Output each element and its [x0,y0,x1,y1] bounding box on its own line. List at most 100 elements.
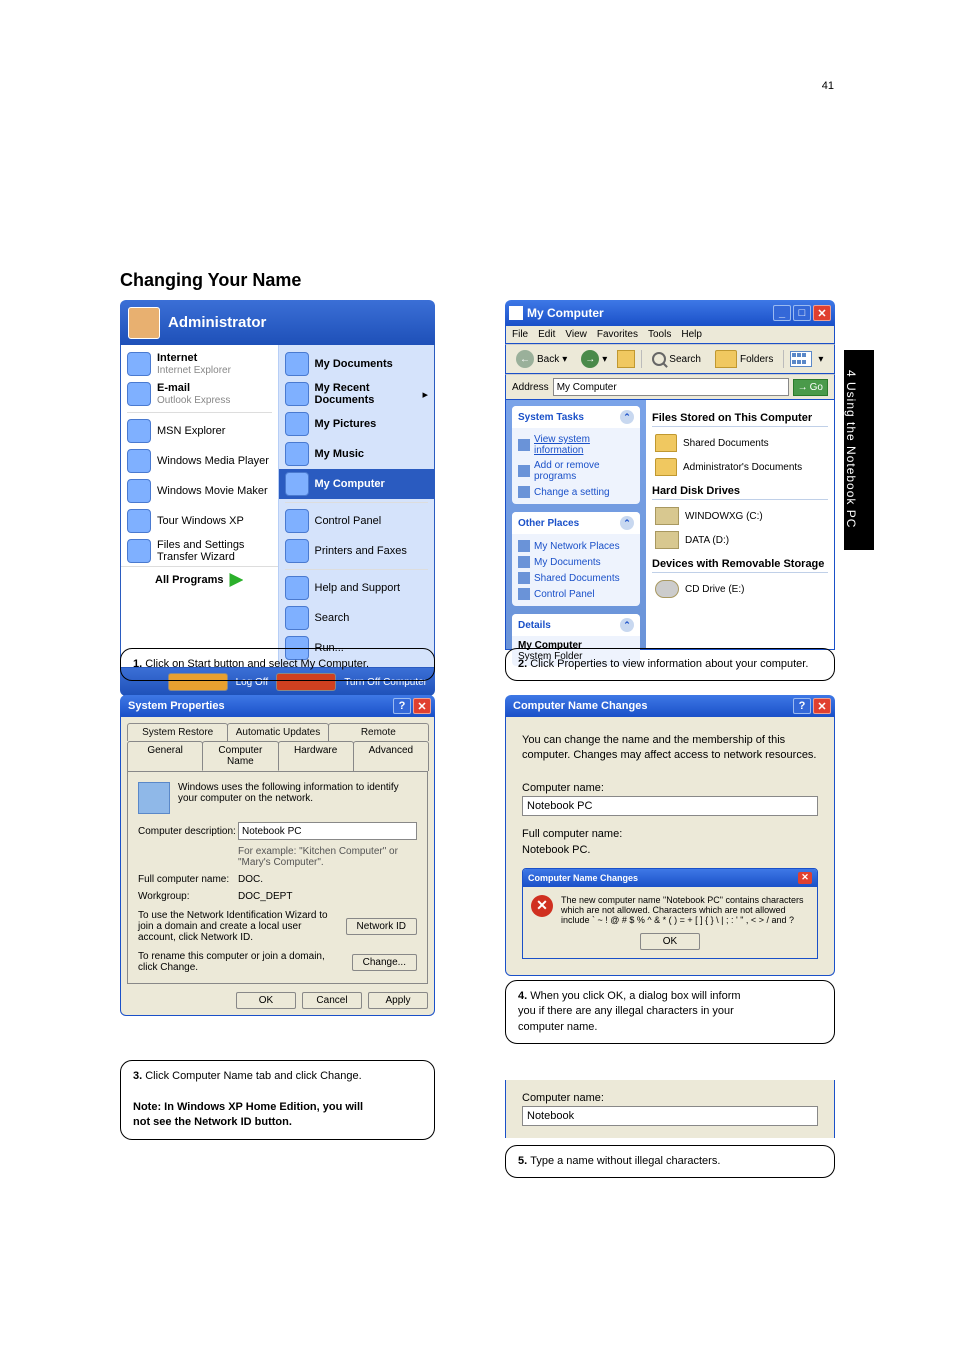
start-item-email[interactable]: E-mailOutlook Express [121,379,278,409]
go-button[interactable]: → Go [793,379,828,396]
section-title: Changing Your Name [120,270,301,291]
start-item-internet[interactable]: InternetInternet Explorer [121,349,278,379]
computer-icon [285,472,309,496]
link-network-places[interactable]: My Network Places [518,538,634,554]
dialog-title: Computer Name Changes [509,700,791,712]
minimize-button[interactable]: _ [773,305,791,321]
collapse-icon[interactable]: ⌃ [620,410,634,424]
start-item-msn[interactable]: MSN Explorer [121,416,278,446]
start-item-help[interactable]: Help and Support [279,573,435,603]
change-button[interactable]: Change... [352,954,417,971]
folder-icon [715,350,737,368]
computer-name-input[interactable] [522,1106,818,1126]
network-icon [518,540,530,552]
menu-help[interactable]: Help [681,329,702,340]
help-button[interactable]: ? [393,698,411,714]
start-item-wmm[interactable]: Windows Movie Maker [121,476,278,506]
start-menu-left-column: InternetInternet Explorer E-mailOutlook … [121,345,278,667]
chevron-down-icon: ▾ [562,354,567,365]
item-admin-docs[interactable]: Administrator's Documents [652,455,828,479]
menu-edit[interactable]: Edit [538,329,555,340]
dialog-titlebar[interactable]: Computer Name Changes ? ✕ [505,695,835,717]
cancel-button[interactable]: Cancel [302,992,362,1009]
menu-view[interactable]: View [565,329,587,340]
close-button[interactable]: ✕ [813,305,831,321]
all-programs-button[interactable]: All Programs [121,566,278,593]
start-item-search[interactable]: Search [279,603,435,633]
link-my-documents[interactable]: My Documents [518,554,634,570]
tab-system-restore[interactable]: System Restore [127,723,228,741]
start-item-mypics[interactable]: My Pictures [279,409,435,439]
forward-button[interactable]: →▾ [577,348,611,370]
ok-button[interactable]: OK [236,992,296,1009]
start-item-fst[interactable]: Files and Settings Transfer Wizard [121,536,278,566]
up-button[interactable] [617,350,635,368]
menu-favorites[interactable]: Favorites [597,329,638,340]
dialog-title: System Properties [124,700,391,712]
folders-button[interactable]: Folders [711,348,777,370]
back-icon: ← [516,350,534,368]
start-item-wmp[interactable]: Windows Media Player [121,446,278,476]
cpanel-icon [518,486,530,498]
wmp-icon [127,449,151,473]
description-hint: For example: "Kitchen Computer" or "Mary… [238,846,417,868]
address-bar: Address → Go [505,374,835,400]
tab-computer-name[interactable]: Computer Name [202,741,278,771]
start-item-mycomputer[interactable]: My Computer [279,469,435,499]
start-item-printers[interactable]: Printers and Faxes [279,536,435,566]
my-computer-window: My Computer _ □ ✕ File Edit View Favorit… [505,300,835,650]
start-menu-screenshot: Administrator InternetInternet Explorer … [120,300,435,696]
item-drive-d[interactable]: DATA (D:) [652,528,828,552]
group-header: Hard Disk Drives [652,485,828,500]
link-shared-docs[interactable]: Shared Documents [518,570,634,586]
folder-icon [285,382,309,406]
dialog-titlebar[interactable]: System Properties ? ✕ [120,695,435,717]
link-control-panel[interactable]: Control Panel [518,586,634,602]
menu-tools[interactable]: Tools [648,329,671,340]
address-input[interactable] [553,378,789,396]
collapse-icon[interactable]: ⌃ [620,516,634,530]
network-id-button[interactable]: Network ID [346,918,417,935]
cpanel-icon [518,588,530,600]
item-drive-c[interactable]: WINDOWXG (C:) [652,504,828,528]
tab-auto-updates[interactable]: Automatic Updates [227,723,328,741]
tab-general[interactable]: General [127,741,203,771]
chevron-down-icon: ▾ [602,354,607,365]
start-item-myrecent[interactable]: My Recent Documents▸ [279,379,435,409]
link-change-setting[interactable]: Change a setting [518,484,634,500]
views-button[interactable] [790,351,812,367]
start-item-mydocs[interactable]: My Documents [279,349,435,379]
help-button[interactable]: ? [793,698,811,714]
item-cd-drive[interactable]: CD Drive (E:) [652,577,828,601]
start-item-controlpanel[interactable]: Control Panel [279,506,435,536]
error-titlebar[interactable]: Computer Name Changes ✕ [523,869,817,887]
close-button[interactable]: ✕ [813,698,831,714]
tab-advanced[interactable]: Advanced [353,741,429,771]
computer-name-input[interactable] [522,796,818,816]
start-item-mymusic[interactable]: My Music [279,439,435,469]
intro-text: Windows uses the following information t… [178,782,417,804]
close-button[interactable]: ✕ [413,698,431,714]
search-button[interactable]: Search [648,350,705,368]
window-titlebar[interactable]: My Computer _ □ ✕ [505,300,835,326]
help-icon [285,576,309,600]
user-name: Administrator [168,314,266,331]
tour-icon [127,509,151,533]
apply-button[interactable]: Apply [368,992,428,1009]
close-button[interactable]: ✕ [798,872,812,884]
back-button[interactable]: ←Back▾ [512,348,571,370]
link-view-sysinfo[interactable]: View system information [518,432,634,458]
wizard-icon [127,539,151,563]
start-item-tour[interactable]: Tour Windows XP [121,506,278,536]
item-shared-docs[interactable]: Shared Documents [652,431,828,455]
description-input[interactable] [238,822,417,840]
tab-hardware[interactable]: Hardware [278,741,354,771]
ok-button[interactable]: OK [640,933,700,950]
collapse-icon[interactable]: ⌃ [620,618,634,632]
link-add-remove[interactable]: Add or remove programs [518,458,634,484]
tab-remote[interactable]: Remote [328,723,429,741]
caption-3: 3. Click Computer Name tab and click Cha… [120,1060,435,1140]
menu-file[interactable]: File [512,329,528,340]
forward-icon: → [581,350,599,368]
maximize-button[interactable]: □ [793,305,811,321]
